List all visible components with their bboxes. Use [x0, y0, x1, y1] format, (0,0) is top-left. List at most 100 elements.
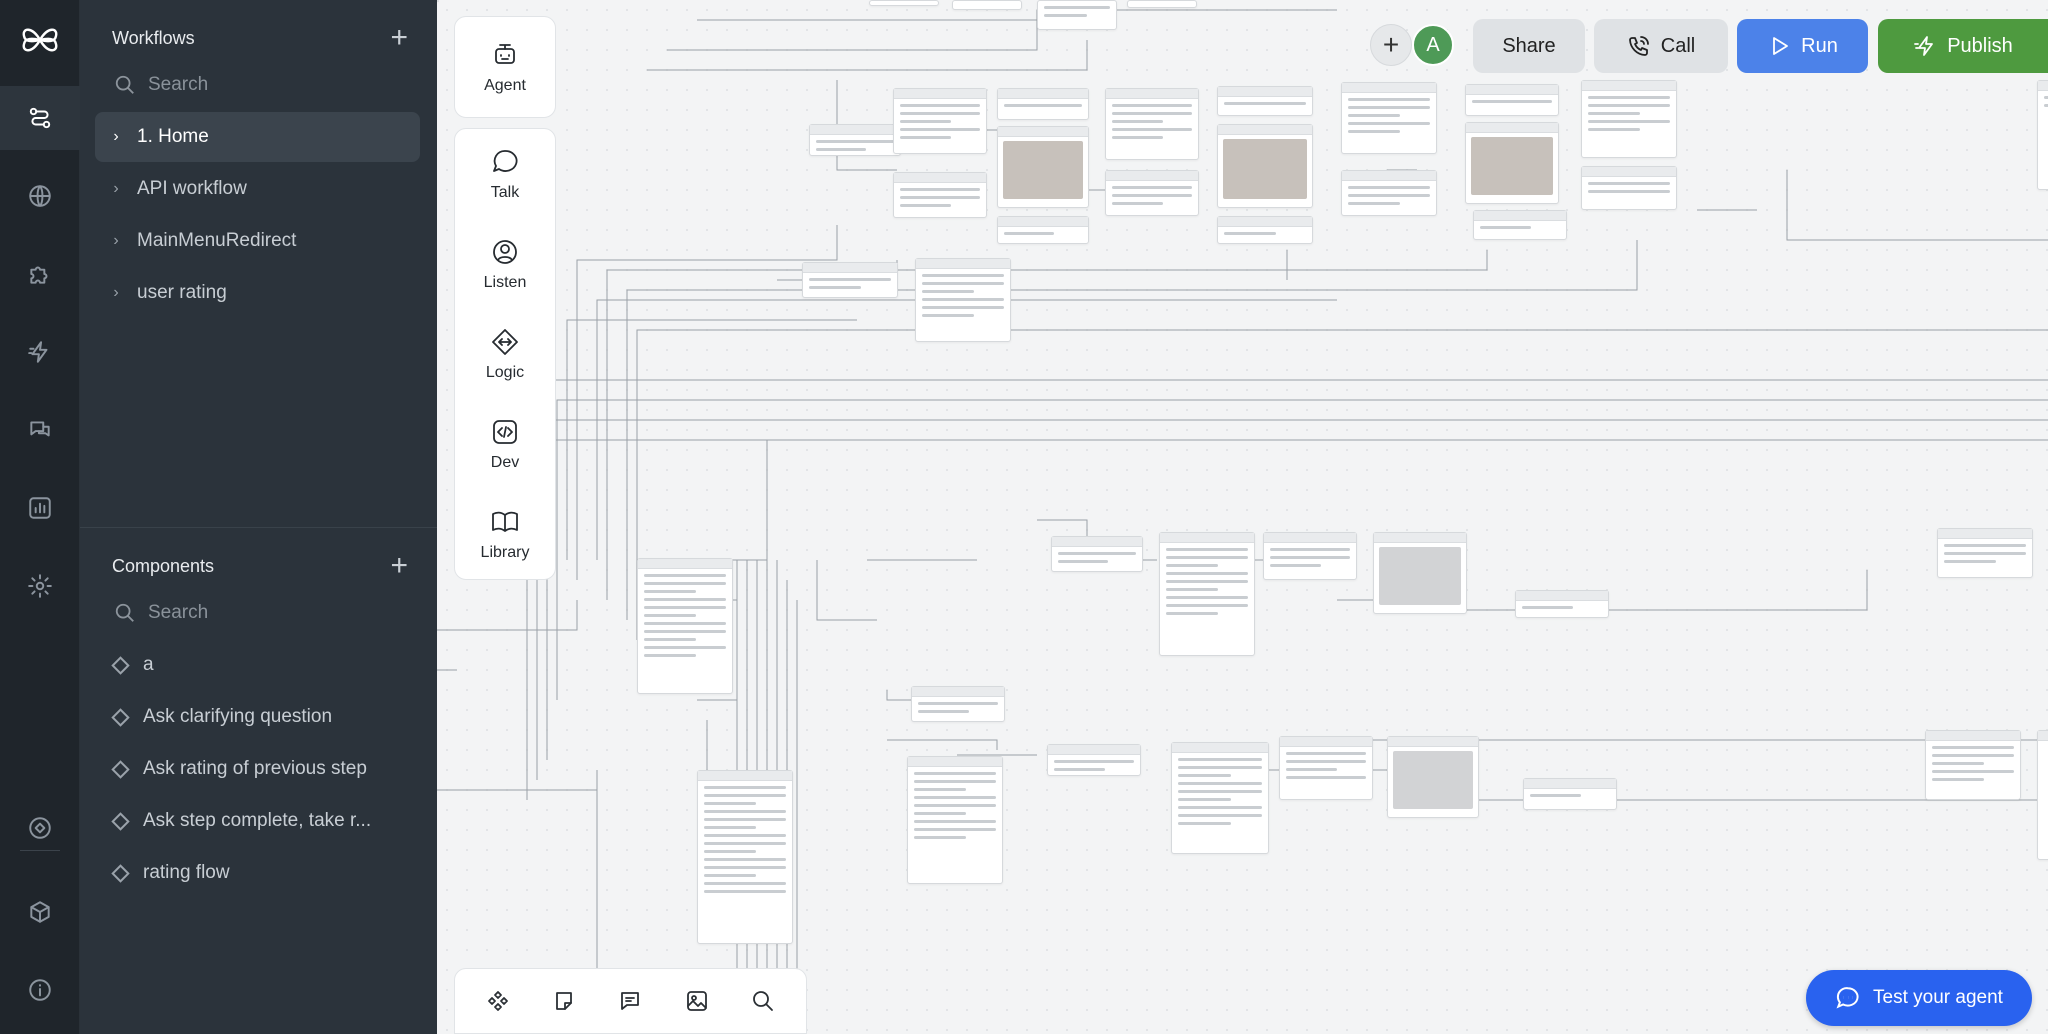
chevron-right-icon[interactable]: › [95, 284, 137, 302]
flow-node[interactable] [997, 216, 1089, 244]
toolbar-search-button[interactable] [741, 979, 785, 1023]
toolbar-note-button[interactable] [542, 979, 586, 1023]
toolbar-image-button[interactable] [675, 979, 719, 1023]
flow-node[interactable] [893, 88, 987, 154]
flow-node[interactable] [1515, 590, 1609, 618]
flow-node[interactable] [1341, 82, 1437, 154]
flow-node[interactable] [1465, 122, 1559, 204]
rail-settings[interactable] [0, 554, 80, 618]
flow-node[interactable] [1465, 84, 1559, 116]
workflow-search-input[interactable] [148, 74, 388, 96]
flow-node[interactable] [907, 756, 1003, 884]
palette-label: Agent [484, 77, 526, 94]
palette-talk[interactable]: Talk [455, 129, 555, 219]
component-item[interactable]: a [110, 645, 420, 685]
gear-icon [28, 574, 52, 598]
add-workflow-button[interactable]: + [390, 23, 408, 53]
flow-node[interactable] [997, 88, 1089, 120]
workflow-item-mainmenuredirect[interactable]: › MainMenuRedirect [95, 216, 420, 266]
flow-node[interactable] [893, 172, 987, 218]
workflow-label: 1. Home [137, 126, 209, 147]
rail-info[interactable] [0, 958, 80, 1022]
flow-node[interactable] [869, 0, 939, 6]
play-icon [1773, 37, 1789, 55]
flow-node[interactable] [1937, 528, 2033, 578]
flow-node[interactable] [697, 770, 793, 944]
flow-node[interactable] [1171, 742, 1269, 854]
component-item[interactable]: Ask step complete, take r... [110, 801, 420, 841]
flow-node[interactable] [1263, 532, 1357, 580]
palette-listen[interactable]: Listen [455, 219, 555, 309]
call-button[interactable]: Call [1594, 19, 1728, 73]
flow-node[interactable] [809, 124, 901, 156]
flow-node[interactable] [915, 258, 1011, 342]
flow-node[interactable] [2037, 80, 2048, 190]
flow-node[interactable] [1373, 532, 1467, 614]
rail-integrations[interactable] [0, 242, 80, 306]
component-search-input[interactable] [148, 602, 388, 624]
test-agent-button[interactable]: Test your agent [1806, 970, 2032, 1026]
chevron-right-icon[interactable]: › [95, 180, 137, 198]
workflow-item-user-rating[interactable]: › user rating [95, 268, 420, 318]
flow-node[interactable] [1105, 88, 1199, 160]
rail-actions[interactable] [0, 320, 80, 384]
flow-node[interactable] [802, 262, 898, 298]
flow-node[interactable] [1523, 778, 1617, 810]
flow-node[interactable] [1581, 166, 1677, 210]
flow-node[interactable] [1047, 744, 1141, 776]
chevron-right-icon[interactable]: › [95, 232, 137, 250]
flow-node[interactable] [1159, 532, 1255, 656]
chevron-right-icon[interactable]: › [95, 128, 137, 146]
logo-icon [22, 28, 58, 52]
component-label: rating flow [143, 862, 230, 883]
toolbar-arrange-button[interactable] [476, 979, 520, 1023]
component-item[interactable]: rating flow [110, 853, 420, 893]
flow-node[interactable] [911, 686, 1005, 722]
flow-node[interactable] [1105, 170, 1199, 216]
rail-workflows[interactable] [0, 86, 80, 150]
flow-node[interactable] [1581, 80, 1677, 158]
rail-package[interactable] [0, 880, 80, 944]
rail-knowledge[interactable] [0, 164, 80, 228]
add-component-button[interactable]: + [390, 551, 408, 581]
palette-agent[interactable]: Agent [455, 17, 555, 117]
add-collaborator-button[interactable]: + [1370, 24, 1412, 66]
flow-node[interactable] [1925, 730, 2021, 800]
flow-node[interactable] [1051, 536, 1143, 572]
share-button[interactable]: Share [1473, 19, 1585, 73]
flow-node[interactable] [1473, 210, 1567, 240]
rail-conversations[interactable] [0, 398, 80, 462]
workflow-item-home[interactable]: › 1. Home [95, 112, 420, 162]
rail-divider [20, 850, 60, 851]
flow-node[interactable] [952, 0, 1022, 10]
run-button[interactable]: Run [1737, 19, 1868, 73]
avatar[interactable]: A [1412, 24, 1454, 66]
flow-node[interactable] [997, 126, 1089, 208]
share-label: Share [1502, 34, 1556, 57]
flow-node[interactable] [2037, 730, 2048, 860]
rail-analytics[interactable] [0, 476, 80, 540]
flow-node[interactable] [1217, 216, 1313, 244]
flow-node[interactable] [1279, 736, 1373, 800]
toolbar-comment-button[interactable] [608, 979, 652, 1023]
palette-library[interactable]: Library [455, 489, 555, 579]
workflow-item-api[interactable]: › API workflow [95, 164, 420, 214]
component-item[interactable]: Ask rating of previous step [110, 749, 420, 789]
flow-node[interactable] [1217, 124, 1313, 208]
workflows-header: Workflows + [112, 23, 408, 53]
component-search[interactable] [108, 595, 408, 631]
workflow-canvas[interactable] [437, 0, 2048, 1034]
flow-node[interactable] [1127, 0, 1197, 8]
flow-node[interactable] [1387, 736, 1479, 818]
palette-logic[interactable]: Logic [455, 309, 555, 399]
palette-dev[interactable]: Dev [455, 399, 555, 489]
canvas-toolbar [454, 968, 807, 1034]
flow-node[interactable] [1341, 170, 1437, 216]
flow-node[interactable] [1037, 0, 1117, 30]
flow-node[interactable] [637, 558, 733, 694]
flow-node[interactable] [1217, 86, 1313, 116]
component-label: Ask clarifying question [143, 706, 333, 727]
component-item[interactable]: Ask clarifying question [110, 697, 420, 737]
workflow-search[interactable] [108, 67, 408, 103]
publish-button[interactable]: Publish [1878, 19, 2048, 73]
